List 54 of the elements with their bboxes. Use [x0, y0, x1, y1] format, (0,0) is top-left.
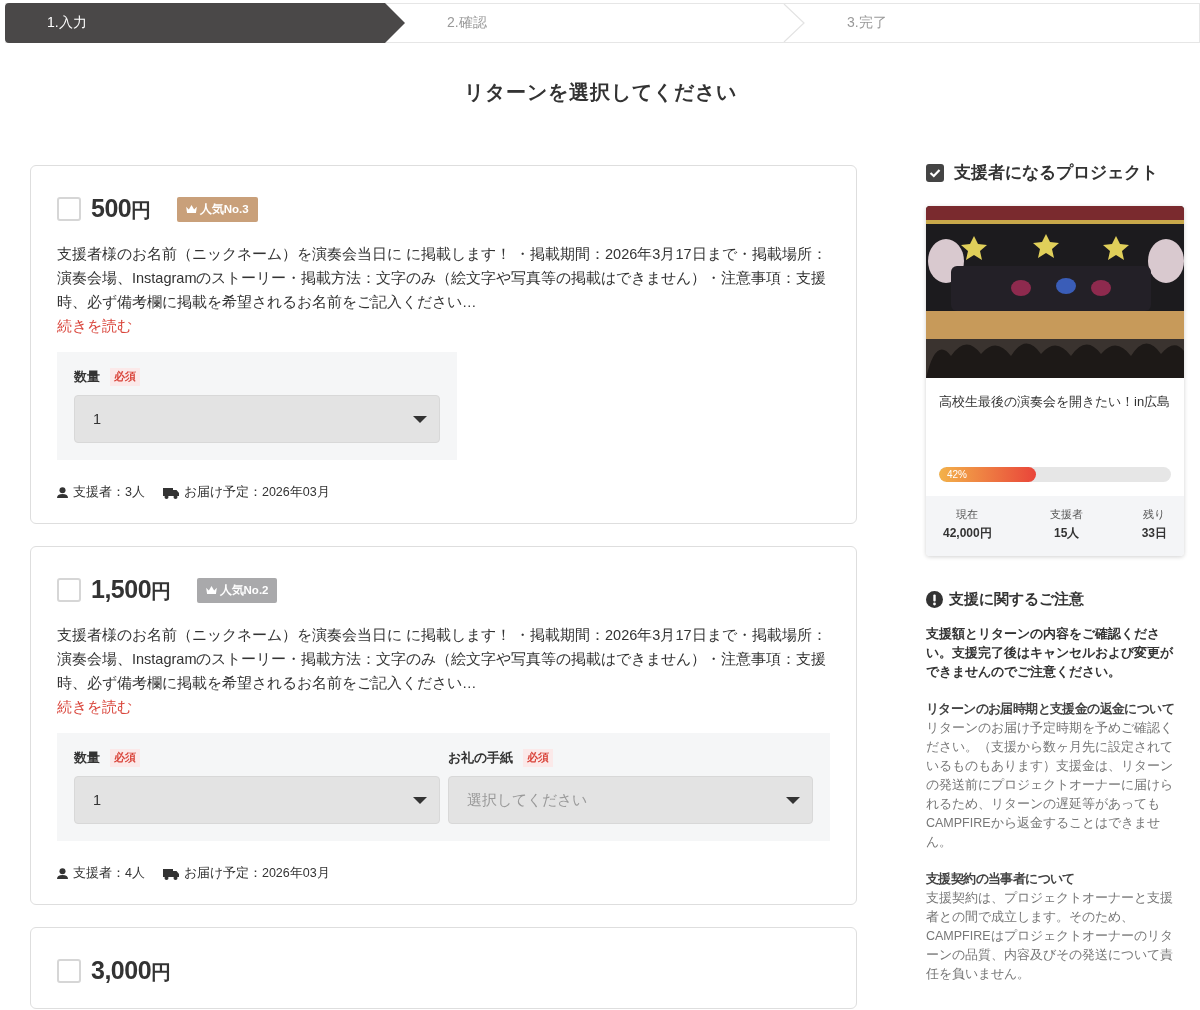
price-label: 500円 — [91, 194, 151, 224]
warning-icon — [926, 591, 943, 608]
required-tag: 必須 — [110, 368, 140, 386]
notice-text: 支援契約は、プロジェクトオーナーと支援者との間で成立します。そのため、CAMPFIREはプロジェクトオーナーのリターンの品質、内容及びその発送について責任を負いません。 — [926, 890, 1174, 983]
checkbox[interactable] — [57, 197, 81, 221]
checkbox[interactable] — [57, 578, 81, 602]
notice-title: リターンのお届時期と支援金の返金について — [926, 701, 1175, 718]
stat-label: 残り — [1143, 508, 1166, 522]
field-label: 数量 — [74, 368, 100, 386]
stat-value: 33日 — [1141, 525, 1167, 542]
page-title: リターンを選択してください — [462, 80, 738, 105]
delivery-date: お届け予定：2026年03月 — [183, 865, 330, 882]
caret-icon — [786, 796, 800, 804]
supporter-count: 支援者：3人 — [73, 484, 145, 501]
stat-label: 現在 — [956, 508, 979, 522]
progress-label: 42% — [946, 469, 967, 480]
notice-text: リターンのお届け予定時期を予めご確認ください。（支援から数ヶ月先に設定されているものもあります）支援金は、リターンの発送前にプロジェクトオーナーに届けられるため、リターンの遅延等があってもCAMPFIREから返金することはできません。 — [926, 720, 1174, 851]
reward-description: 支援者様のお名前（ニックネーム）を演奏会当日に に掲載します！ ・掲載期間：2026年3月17日まで・掲載場所：演奏会場、Instagramのストーリー・掲載方法：文字のみ（絵文字や写真等の掲載はできません）・注意事項：支援時、必ず備考欄に掲載を希望されるお名前をご記入ください… — [57, 626, 828, 693]
caret-icon — [413, 415, 427, 423]
required-tag: 必須 — [110, 749, 140, 767]
step-tab[interactable]: 3.完了 — [805, 4, 1199, 42]
stat-value: 15人 — [1054, 525, 1080, 542]
checkmark-icon — [926, 163, 944, 182]
project-card[interactable]: 高校生最後の演奏会を開きたい！in広島 42% 現在 42,000円 支援者 15人 残り 33日 — [926, 206, 1184, 556]
step-tab[interactable]: 2.確認 — [405, 4, 805, 42]
section-heading: 支援者になるプロジェクト — [954, 162, 1158, 184]
supporter-count: 支援者：4人 — [73, 865, 145, 882]
field-label: お礼の手紙 — [447, 749, 513, 767]
person-icon — [57, 487, 68, 498]
delivery-date: お届け予定：2026年03月 — [183, 484, 330, 501]
person-icon — [57, 868, 68, 879]
truck-icon — [162, 867, 179, 880]
step-tab[interactable]: 1.入力 — [5, 3, 405, 43]
read-more-link[interactable]: 続きを読む — [57, 314, 132, 338]
rank-badge: 人気No.3 — [176, 196, 258, 222]
rank-badge: 人気No.2 — [196, 577, 278, 603]
price-label: 3,000円 — [91, 956, 171, 986]
read-more-link[interactable]: 続きを読む — [57, 695, 132, 719]
stat-value: 42,000円 — [943, 525, 992, 542]
notice-title: 支援契約の当事者について — [926, 871, 1076, 888]
select-field[interactable]: 1 — [74, 776, 440, 824]
notice-heading: 支援に関するご注意 — [949, 590, 1084, 609]
required-tag: 必須 — [522, 749, 553, 767]
truck-icon — [162, 486, 179, 499]
notice-lead: 支援額とリターンの内容をご確認ください。支援完了後はキャンセルおよび変更ができませんのでご注意ください。 — [926, 625, 1175, 681]
caret-icon — [412, 796, 427, 804]
select-field[interactable]: 1 — [74, 395, 440, 443]
project-title: 高校生最後の演奏会を開きたい！in広島 — [938, 393, 1172, 411]
price-label: 1,500円 — [91, 575, 171, 605]
reward-description: 支援者様のお名前（ニックネーム）を演奏会当日に に掲載します！ ・掲載期間：2026年3月17日まで・掲載場所：演奏会場、Instagramのストーリー・掲載方法：文字のみ（絵文字や写真等の掲載はできません）・注意事項：支援時、必ず備考欄に掲載を希望されるお名前をご記入ください… — [57, 245, 828, 312]
stat-label: 支援者 — [1050, 508, 1084, 522]
checkbox[interactable] — [57, 959, 81, 983]
field-label: 数量 — [74, 749, 100, 767]
select-field[interactable]: 選択してください — [447, 776, 813, 824]
